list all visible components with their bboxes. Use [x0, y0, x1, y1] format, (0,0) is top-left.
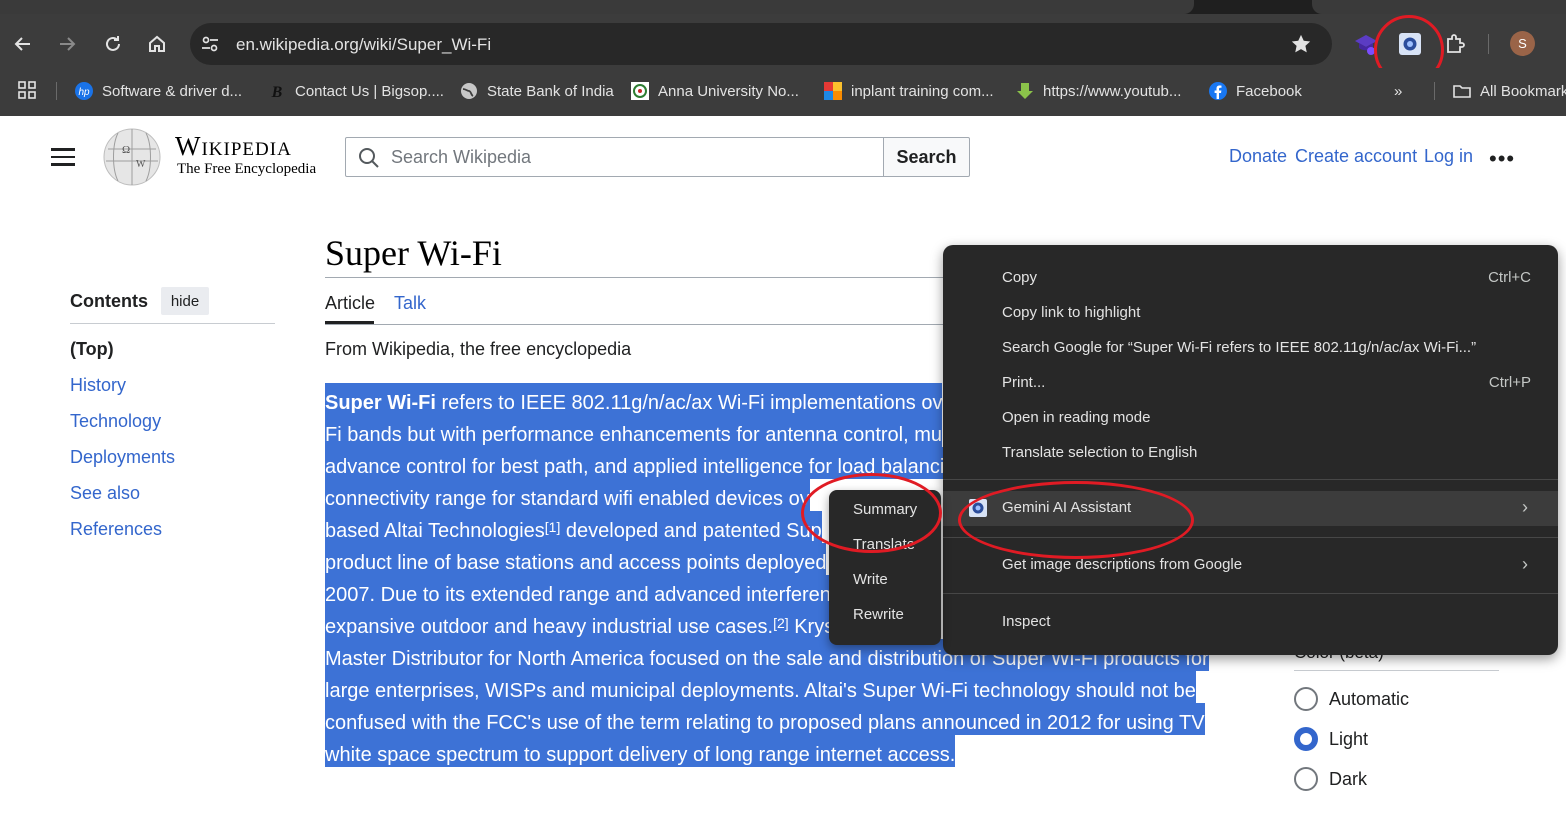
citation-link[interactable]: [2]	[773, 615, 789, 631]
toolbar-divider	[1488, 34, 1489, 54]
menu-item-copy[interactable]: Copy Ctrl+C	[943, 261, 1558, 296]
svg-text:hp: hp	[78, 87, 90, 98]
radio-light[interactable]	[1294, 727, 1318, 751]
radio-dark[interactable]	[1294, 767, 1318, 791]
chevron-right-icon: ›	[1522, 497, 1528, 517]
site-sub: From Wikipedia, the free encyclopedia	[325, 339, 632, 359]
extensions-puzzle-icon[interactable]	[1444, 32, 1468, 56]
hp-logo-icon: hp	[74, 81, 94, 101]
menu-item-search-google[interactable]: Search Google for “Super Wi-Fi refers to…	[943, 331, 1558, 366]
profile-avatar[interactable]: S	[1510, 31, 1535, 56]
bookmark-star-icon[interactable]	[1290, 33, 1312, 55]
toc-item-see-also[interactable]: See also	[70, 483, 140, 504]
home-icon[interactable]	[143, 30, 171, 58]
search-field[interactable]	[345, 137, 885, 177]
bookmark-facebook[interactable]: Facebook	[1208, 80, 1302, 102]
tab-article[interactable]: Article	[325, 293, 375, 314]
text-line: product line of base stations and access…	[325, 543, 827, 575]
chevron-right-icon: ›	[1522, 554, 1528, 574]
menu-item-print[interactable]: Print... Ctrl+P	[943, 366, 1558, 401]
anna-university-logo-icon	[630, 81, 650, 101]
bookmark-sbi[interactable]: State Bank of India	[459, 80, 614, 102]
facebook-icon	[1208, 81, 1228, 101]
annotation-circle-summary	[801, 473, 942, 553]
search-button[interactable]: Search	[883, 137, 970, 177]
donate-link[interactable]: Donate	[1229, 146, 1287, 167]
wikipedia-wordmark[interactable]: Wikipedia	[175, 131, 292, 162]
back-icon[interactable]	[9, 30, 37, 58]
log-in-link[interactable]: Log in	[1424, 146, 1473, 167]
text-line: expansive outdoor and heavy industrial u…	[325, 607, 835, 639]
menu-item-translate-selection[interactable]: Translate selection to English	[943, 436, 1558, 471]
bookmark-hp[interactable]: hp Software & driver d...	[74, 80, 242, 102]
bookmark-youtube[interactable]: https://www.youtub...	[1015, 80, 1181, 102]
submenu-item-write[interactable]: Write	[853, 571, 888, 588]
toc-divider	[70, 323, 275, 324]
text-line: Fi bands but with performance enhancemen…	[325, 415, 943, 447]
active-tab[interactable]	[0, 0, 1194, 14]
toc-title: Contents	[70, 291, 148, 311]
toc-item-references[interactable]: References	[70, 519, 162, 540]
bookmark-bigsop[interactable]: B Contact Us | Bigsop....	[267, 80, 444, 102]
tab-talk[interactable]: Talk	[394, 293, 426, 314]
bookmark-inplant[interactable]: inplant training com...	[823, 80, 994, 102]
screen: en.wikipedia.org/wiki/Super_Wi-Fi S hp S…	[0, 0, 1566, 826]
text-line: connectivity range for standard wifi ena…	[325, 479, 810, 511]
text-line: 2007. Due to its extended range and adva…	[325, 575, 831, 607]
text-line: confused with the FCC's use of the term …	[325, 703, 1205, 735]
menu-item-inspect[interactable]: Inspect	[943, 605, 1558, 640]
create-account-link[interactable]: Create account	[1295, 146, 1417, 167]
annotation-circle-gemini	[958, 481, 1194, 559]
svg-text:B: B	[271, 84, 283, 101]
toc-item-deployments[interactable]: Deployments	[70, 447, 175, 468]
wikipedia-globe-logo[interactable]: Ω W	[100, 127, 164, 187]
text-line: based Altai Technologies[1] developed an…	[325, 511, 822, 543]
wikipedia-tagline: The Free Encyclopedia	[177, 161, 317, 177]
colorful-grid-icon	[823, 81, 843, 101]
radio-label-automatic[interactable]: Automatic	[1329, 689, 1409, 710]
forward-icon[interactable]	[53, 30, 81, 58]
context-menu: Copy Ctrl+C Copy link to highlight Search…	[943, 245, 1558, 655]
search-input[interactable]	[391, 138, 871, 176]
folder-icon	[1452, 81, 1472, 101]
text-line: white space spectrum to support delivery…	[325, 735, 956, 767]
toc-hide-button[interactable]: hide	[161, 287, 209, 315]
bookmarks-divider	[1434, 82, 1435, 100]
svg-text:W: W	[136, 159, 146, 170]
toc-item-technology[interactable]: Technology	[70, 411, 161, 432]
bookmark-anna-university[interactable]: Anna University No...	[630, 80, 799, 102]
citation-link[interactable]: [1]	[545, 519, 561, 535]
text-line: large enterprises, WISPs and municipal d…	[325, 671, 1196, 703]
radio-label-dark[interactable]: Dark	[1329, 769, 1367, 790]
radio-label-light[interactable]: Light	[1329, 729, 1368, 750]
bookmarks-divider	[56, 82, 57, 100]
menu-item-reading-mode[interactable]: Open in reading mode	[943, 401, 1558, 436]
menu-separator	[943, 593, 1558, 594]
search-icon	[359, 148, 379, 168]
green-arrow-icon	[1015, 81, 1035, 101]
submenu-item-rewrite[interactable]: Rewrite	[853, 606, 904, 623]
radio-automatic[interactable]	[1294, 687, 1318, 711]
globe-icon	[459, 81, 479, 101]
site-info-icon[interactable]	[200, 34, 220, 54]
toc-item-history[interactable]: History	[70, 375, 126, 396]
all-bookmarks[interactable]: All Bookmarks	[1452, 80, 1566, 102]
bigsop-logo-icon: B	[267, 81, 287, 101]
bookmarks-overflow-chevron-icon[interactable]: »	[1394, 80, 1402, 102]
appearance-divider	[1294, 670, 1499, 671]
toc-item-top[interactable]: (Top)	[70, 339, 114, 360]
text-line: Super Wi-Fi refers to IEEE 802.11g/n/ac/…	[325, 383, 943, 415]
menu-separator	[943, 479, 1558, 480]
main-menu-hamburger-icon[interactable]	[51, 148, 75, 168]
svg-text:Ω: Ω	[122, 144, 130, 156]
apps-grid-icon[interactable]	[17, 80, 37, 100]
reload-icon[interactable]	[99, 30, 127, 58]
more-options-icon[interactable]: •••	[1489, 146, 1515, 172]
url-text[interactable]: en.wikipedia.org/wiki/Super_Wi-Fi	[236, 35, 491, 55]
tab-strip-right	[1312, 0, 1566, 14]
address-bar[interactable]: en.wikipedia.org/wiki/Super_Wi-Fi	[190, 23, 1332, 65]
menu-item-copy-link-to-highlight[interactable]: Copy link to highlight	[943, 296, 1558, 331]
page-title: Super Wi-Fi	[325, 233, 502, 273]
